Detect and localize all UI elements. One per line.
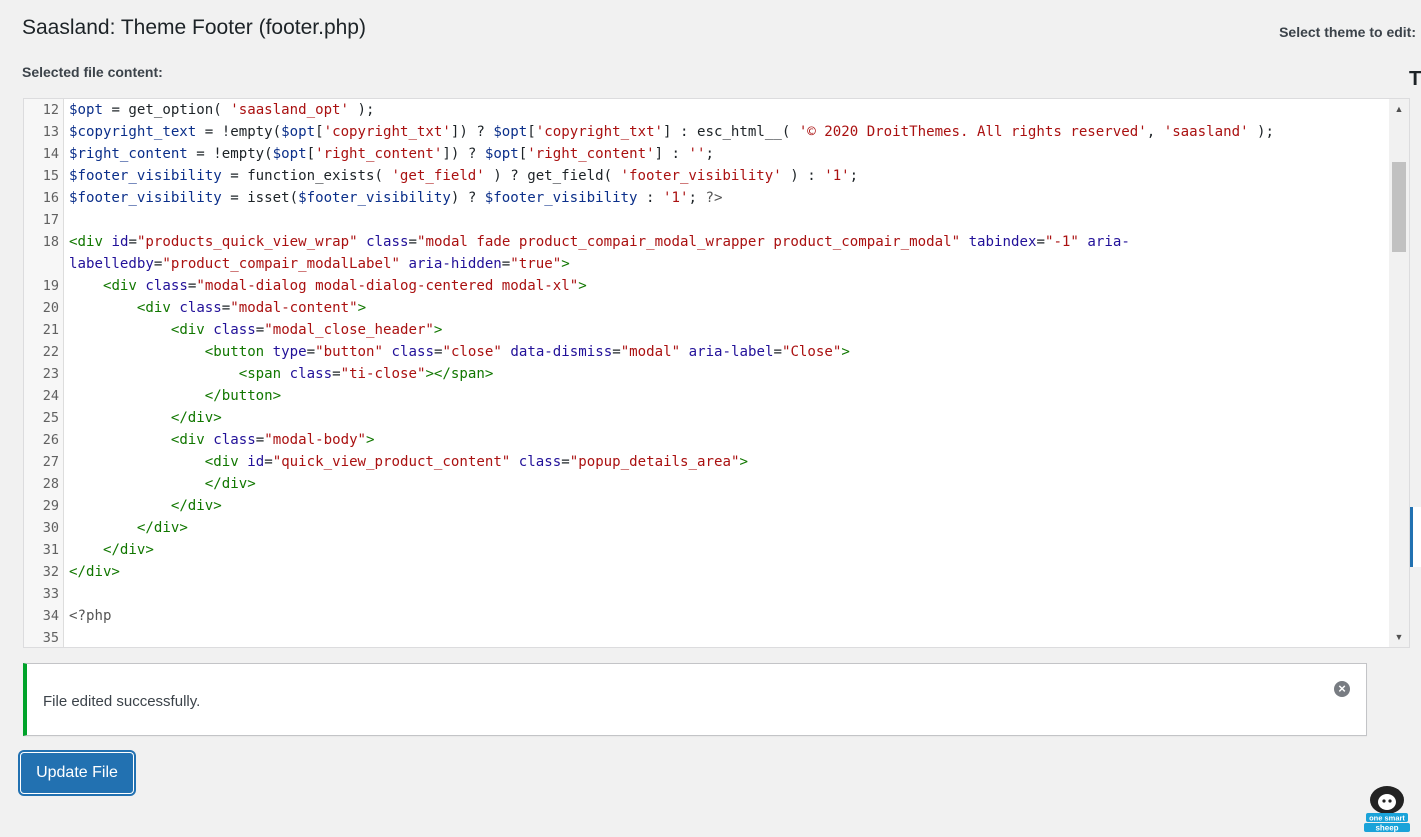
code-text[interactable]: $footer_visibility = isset($footer_visib… (69, 187, 1389, 209)
line-number: 16 (42, 190, 59, 206)
sidebar-heading: T (1409, 68, 1421, 90)
line-number: 20 (42, 300, 59, 316)
code-text[interactable]: <?php (69, 605, 1389, 627)
code-line[interactable]: 17 (24, 209, 1389, 231)
code-text[interactable]: $right_content = !empty($opt['right_cont… (69, 143, 1389, 165)
scrollbar-thumb[interactable] (1392, 162, 1406, 252)
theme-select-label: Select theme to edit: (1279, 24, 1416, 40)
line-number: 21 (42, 322, 59, 338)
code-text[interactable]: </div> (69, 473, 1389, 495)
code-line[interactable]: 32 </div> (24, 561, 1389, 583)
success-notice: File edited successfully. × (23, 663, 1367, 736)
line-number: 12 (42, 102, 59, 118)
line-number: 34 (42, 608, 59, 624)
code-line[interactable]: 18 <div id="products_quick_view_wrap" cla… (24, 231, 1389, 275)
code-text[interactable]: <div class="modal-dialog modal-dialog-ce… (69, 275, 1389, 297)
code-text[interactable]: <div class="modal-content"> (69, 297, 1389, 319)
line-number: 22 (42, 344, 59, 360)
page-title: Saasland: Theme Footer (footer.php) (22, 16, 366, 39)
code-text[interactable]: <span class="ti-close"></span> (69, 363, 1389, 385)
line-number: 25 (42, 410, 59, 426)
code-line[interactable]: 20 <div class="modal-content"> (24, 297, 1389, 319)
code-line[interactable]: 21 <div class="modal_close_header"> (24, 319, 1389, 341)
svg-text:sheep: sheep (1375, 824, 1398, 833)
code-line[interactable]: 16 $footer_visibility = isset($footer_vis… (24, 187, 1389, 209)
vertical-scrollbar[interactable]: ▲ ▼ (1389, 99, 1409, 647)
code-text[interactable]: </button> (69, 385, 1389, 407)
line-number: 28 (42, 476, 59, 492)
code-text[interactable]: <button type="button" class="close" data… (69, 341, 1389, 363)
code-line[interactable]: 19 <div class="modal-dialog modal-dialog… (24, 275, 1389, 297)
line-number: 32 (42, 564, 59, 580)
code-line[interactable]: 12 $opt = get_option( 'saasland_opt' ); (24, 99, 1389, 121)
line-number: 17 (42, 212, 59, 228)
scroll-down-arrow-icon[interactable]: ▼ (1389, 629, 1409, 645)
line-number: 33 (42, 586, 59, 602)
code-line[interactable]: 28 </div> (24, 473, 1389, 495)
code-text[interactable]: </div> (69, 407, 1389, 429)
code-text[interactable]: <div class="modal-body"> (69, 429, 1389, 451)
line-number: 13 (42, 124, 59, 140)
code-text[interactable]: </div> (69, 539, 1389, 561)
line-number: 15 (42, 168, 59, 184)
code-text[interactable]: $footer_visibility = function_exists( 'g… (69, 165, 1389, 187)
code-line[interactable]: 15 $footer_visibility = function_exists( … (24, 165, 1389, 187)
code-line[interactable]: 30 </div> (24, 517, 1389, 539)
file-content-label: Selected file content: (22, 64, 163, 80)
code-line[interactable]: 27 <div id="quick_view_product_content" … (24, 451, 1389, 473)
code-line[interactable]: 24 </button> (24, 385, 1389, 407)
code-line[interactable]: 29 </div> (24, 495, 1389, 517)
update-file-button[interactable]: Update File (21, 753, 133, 793)
code-text[interactable]: </div> (69, 561, 1389, 583)
line-number: 35 (42, 630, 59, 646)
line-number: 23 (42, 366, 59, 382)
line-number: 27 (42, 454, 59, 470)
code-lines[interactable]: 12 $opt = get_option( 'saasland_opt' ); 13… (24, 99, 1389, 647)
code-line[interactable]: 35 (24, 627, 1389, 647)
code-line[interactable]: 23 <span class="ti-close"></span> (24, 363, 1389, 385)
code-line[interactable]: 14 $right_content = !empty($opt['right_co… (24, 143, 1389, 165)
code-text[interactable]: <div class="modal_close_header"> (69, 319, 1389, 341)
code-line[interactable]: 13 $copyright_text = !empty($opt['copyrig… (24, 121, 1389, 143)
notice-message: File edited successfully. (43, 693, 201, 710)
line-number: 19 (42, 278, 59, 294)
line-number: 18 (42, 234, 59, 250)
line-number: 29 (42, 498, 59, 514)
line-number: 14 (42, 146, 59, 162)
code-line[interactable]: 31 </div> (24, 539, 1389, 561)
sidebar-active-file-indicator[interactable] (1409, 507, 1421, 567)
code-line[interactable]: 33 (24, 583, 1389, 605)
scroll-up-arrow-icon[interactable]: ▲ (1389, 101, 1409, 117)
code-text[interactable]: </div> (69, 495, 1389, 517)
code-text[interactable]: $copyright_text = !empty($opt['copyright… (69, 121, 1389, 143)
svg-text:one smart: one smart (1369, 814, 1405, 823)
code-text[interactable]: $opt = get_option( 'saasland_opt' ); (69, 99, 1389, 121)
code-text[interactable]: <div id="products_quick_view_wrap" class… (69, 231, 1389, 275)
line-number: 30 (42, 520, 59, 536)
code-line[interactable]: 34 <?php (24, 605, 1389, 627)
code-text[interactable]: <div id="quick_view_product_content" cla… (69, 451, 1389, 473)
code-text[interactable]: </div> (69, 517, 1389, 539)
code-line[interactable]: 26 <div class="modal-body"> (24, 429, 1389, 451)
code-line[interactable]: 22 <button type="button" class="close" d… (24, 341, 1389, 363)
line-number: 26 (42, 432, 59, 448)
line-number: 31 (42, 542, 59, 558)
one-smart-sheep-logo: one smart sheep (1364, 786, 1410, 833)
code-line[interactable]: 25 </div> (24, 407, 1389, 429)
close-circle-icon[interactable]: × (1334, 681, 1350, 697)
line-number: 24 (42, 388, 59, 404)
code-editor[interactable]: 12 $opt = get_option( 'saasland_opt' ); 13… (23, 98, 1410, 648)
